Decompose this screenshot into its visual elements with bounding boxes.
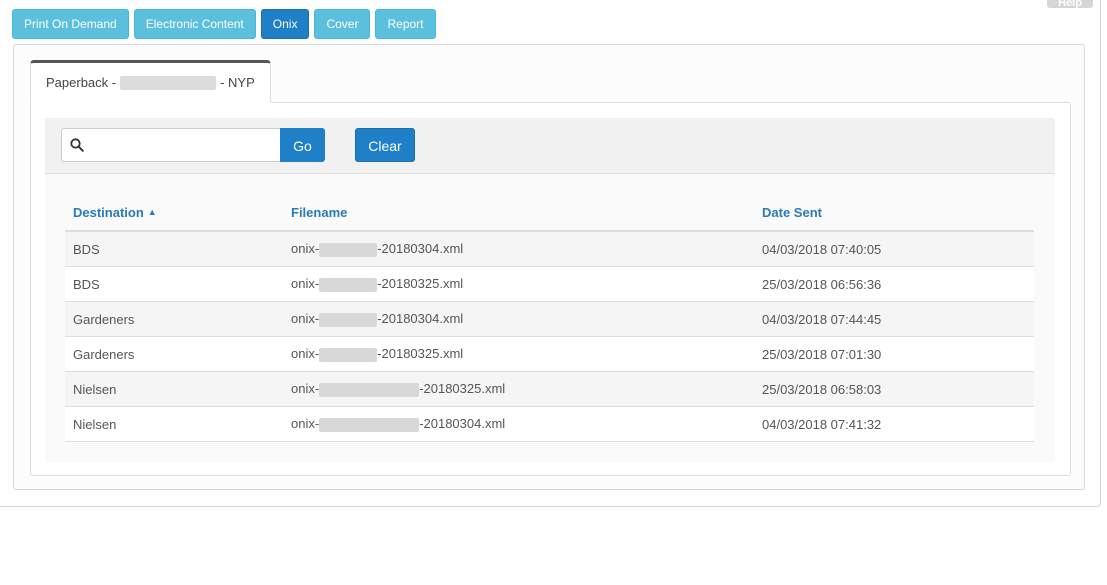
sort-ascending-icon: ▲ [147,206,157,217]
table-row[interactable]: Gardeners onix- -20180325.xml 25/03/2018 … [65,336,1034,372]
cell-filename: onix- -20180304.xml [283,231,754,267]
redacted-isbn [319,382,420,397]
cell-date-sent: 25/03/2018 06:56:36 [754,266,1034,302]
table-row[interactable]: Nielsen onix- -20180325.xml 25/03/2018 06… [65,371,1034,407]
filename-prefix: onix- [291,311,320,327]
clear-button[interactable]: Clear [355,128,415,162]
cell-destination: BDS [65,266,283,302]
cover-button[interactable]: Cover [314,9,371,39]
column-header-label: Destination [73,204,144,220]
go-button[interactable]: Go [280,128,325,162]
redacted-isbn [319,242,378,257]
column-header-label: Filename [291,204,348,220]
filename-suffix: -20180304.xml [377,241,464,257]
table-row[interactable]: BDS onix- -20180304.xml 04/03/2018 07:40:… [65,231,1034,267]
filename-prefix: onix- [291,416,320,432]
tab-label-prefix: Paperback - [46,74,117,90]
cell-date-sent: 25/03/2018 07:01:30 [754,336,1034,372]
cell-date-sent: 04/03/2018 07:44:45 [754,301,1034,337]
top-nav: Print On Demand Electronic Content Onix … [12,9,436,39]
column-header-label: Date Sent [762,204,822,220]
redacted-title [120,75,217,90]
filename-prefix: onix- [291,381,320,397]
search-icon [70,138,84,152]
filename-suffix: -20180304.xml [419,416,506,432]
filename-suffix: -20180325.xml [377,346,464,362]
cell-destination: Nielsen [65,371,283,407]
redacted-isbn [319,417,420,432]
filename-prefix: onix- [291,276,320,292]
filename-prefix: onix- [291,346,320,362]
cell-date-sent: 25/03/2018 06:58:03 [754,371,1034,407]
onix-button[interactable]: Onix [260,9,310,39]
help-button[interactable]: Help [1047,0,1093,8]
report-button[interactable]: Report [375,9,436,39]
table-row[interactable]: Gardeners onix- -20180304.xml 04/03/2018 … [65,301,1034,337]
electronic-content-button[interactable]: Electronic Content [133,9,256,39]
table-row[interactable]: BDS onix- -20180325.xml 25/03/2018 06:56:… [65,266,1034,302]
print-on-demand-button[interactable]: Print On Demand [12,9,129,39]
cell-filename: onix- -20180325.xml [283,266,754,302]
page: Help Print On Demand Electronic Content … [0,0,1107,585]
cell-destination: BDS [65,231,283,267]
results-table: Destination ▲ Filename Date Sent BDS oni… [65,194,1034,442]
redacted-isbn [319,277,378,292]
tab-content: Go Clear Destination ▲ Filename Date Sen… [30,102,1071,476]
main-panel: Paperback - - NYP Go Clear Destination ▲… [13,44,1085,490]
search-bar: Go Clear [45,118,1055,174]
table-row[interactable]: Nielsen onix- -20180304.xml 04/03/2018 07… [65,406,1034,442]
cell-filename: onix- -20180325.xml [283,371,754,407]
filename-prefix: onix- [291,241,320,257]
column-header-destination[interactable]: Destination ▲ [65,194,283,232]
tab-label-suffix: - NYP [220,74,255,90]
cell-filename: onix- -20180325.xml [283,336,754,372]
redacted-isbn [319,312,378,327]
column-header-filename[interactable]: Filename [283,194,754,232]
cell-destination: Gardeners [65,336,283,372]
table-header-row: Destination ▲ Filename Date Sent [65,194,1034,232]
tab-paperback[interactable]: Paperback - - NYP [30,60,271,103]
search-input[interactable] [90,129,279,163]
cell-date-sent: 04/03/2018 07:41:32 [754,406,1034,442]
cell-date-sent: 04/03/2018 07:40:05 [754,231,1034,267]
cell-filename: onix- -20180304.xml [283,406,754,442]
cell-filename: onix- -20180304.xml [283,301,754,337]
column-header-date-sent[interactable]: Date Sent [754,194,1034,232]
cell-destination: Gardeners [65,301,283,337]
search-field[interactable] [61,128,281,163]
format-tab-bar: Paperback - - NYP [30,60,271,103]
filename-suffix: -20180304.xml [377,311,464,327]
results-container: Destination ▲ Filename Date Sent BDS oni… [45,174,1055,462]
filename-suffix: -20180325.xml [377,276,464,292]
redacted-isbn [319,347,378,362]
cell-destination: Nielsen [65,406,283,442]
filename-suffix: -20180325.xml [419,381,506,397]
